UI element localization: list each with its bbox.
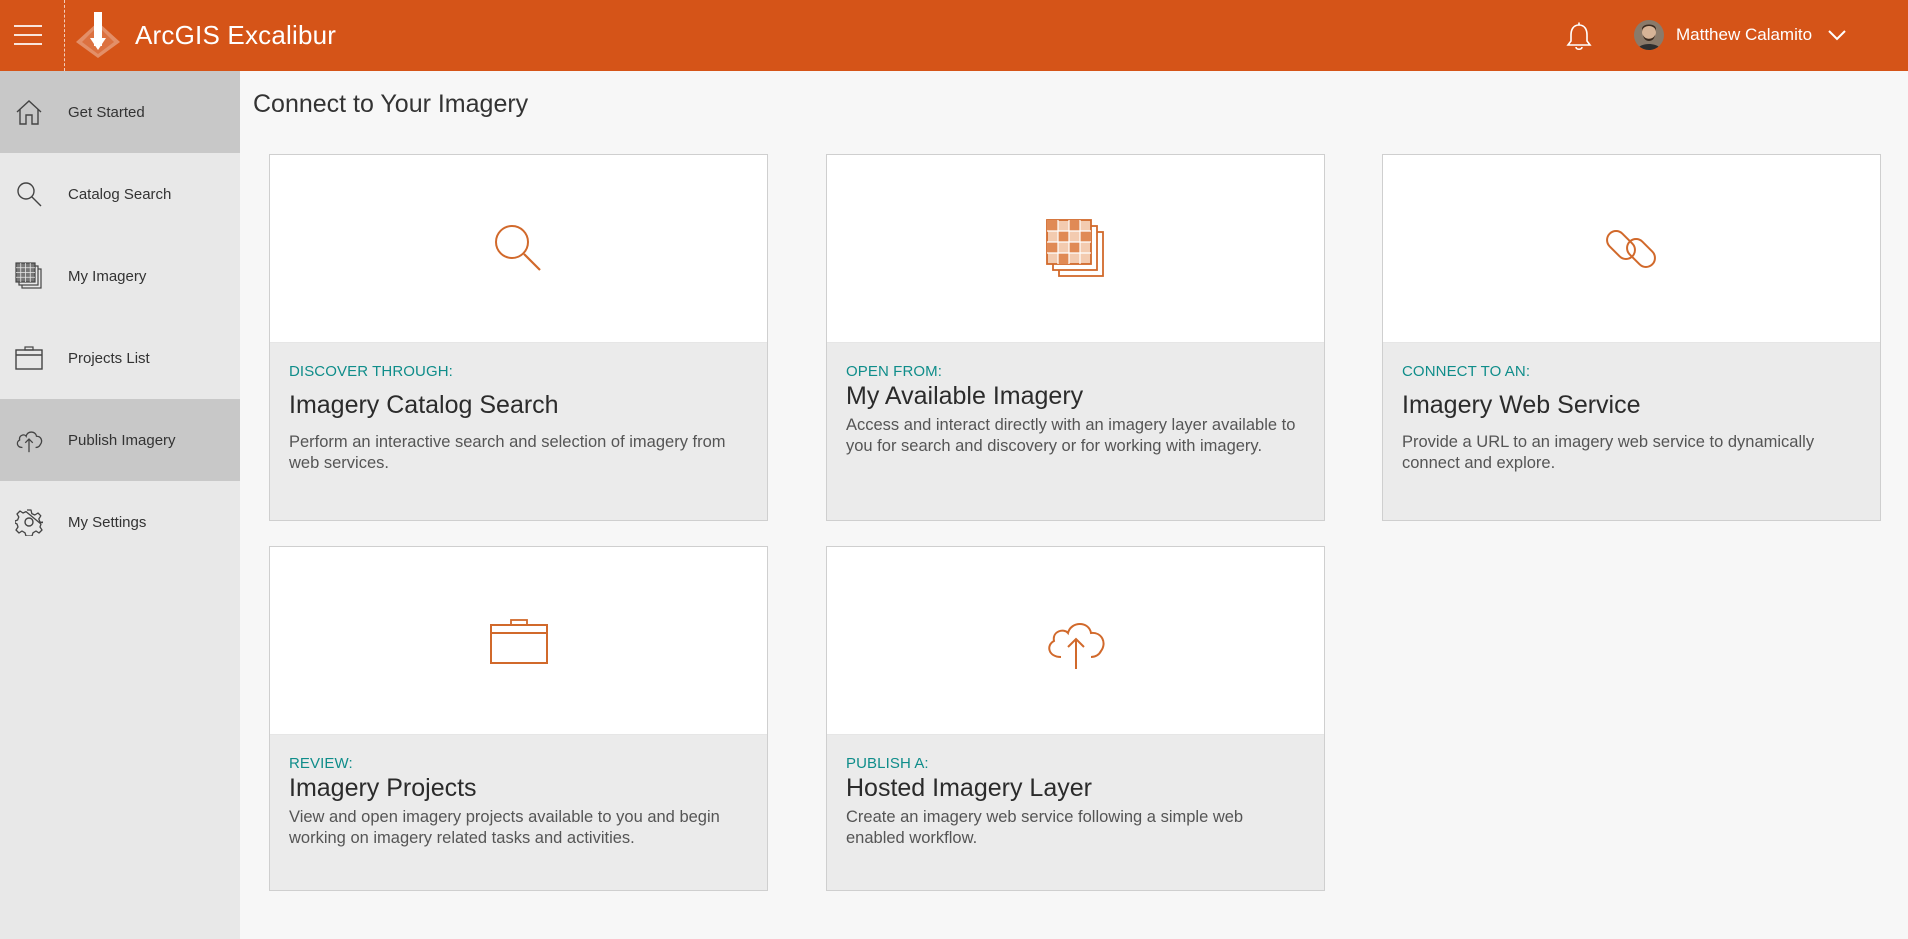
card-my-available-imagery[interactable]: OPEN FROM: My Available Imagery Access a…	[826, 154, 1325, 521]
imagery-grid-icon	[1043, 216, 1109, 282]
chevron-down-icon	[1828, 29, 1846, 41]
card-title: Hosted Imagery Layer	[846, 774, 1305, 803]
card-body: CONNECT TO AN: Imagery Web Service Provi…	[1383, 343, 1880, 474]
sidebar-item-projects-list[interactable]: Projects List	[0, 317, 240, 399]
card-icon-area	[1383, 155, 1880, 343]
user-name: Matthew Calamito	[1676, 25, 1812, 45]
card-kicker: OPEN FROM:	[846, 363, 1305, 380]
card-description: Access and interact directly with an ima…	[846, 415, 1305, 457]
card-description: Create an imagery web service following …	[846, 807, 1305, 849]
card-title: Imagery Projects	[289, 774, 748, 803]
card-icon-area	[827, 547, 1324, 735]
card-body: PUBLISH A: Hosted Imagery Layer Create a…	[827, 735, 1324, 849]
cloud-upload-icon	[1041, 611, 1111, 671]
card-imagery-catalog-search[interactable]: DISCOVER THROUGH: Imagery Catalog Search…	[269, 154, 768, 521]
home-icon	[14, 97, 44, 127]
sidebar-item-label: Projects List	[68, 350, 150, 367]
sidebar-item-label: My Imagery	[68, 268, 146, 285]
sidebar-item-label: Get Started	[68, 104, 145, 121]
sidebar-item-label: Catalog Search	[68, 186, 171, 203]
card-kicker: PUBLISH A:	[846, 755, 1305, 772]
sidebar-item-label: Publish Imagery	[68, 432, 176, 449]
card-title: My Available Imagery	[846, 382, 1305, 411]
notifications-button[interactable]	[1565, 22, 1593, 57]
card-body: DISCOVER THROUGH: Imagery Catalog Search…	[270, 343, 767, 474]
sidebar-item-catalog-search[interactable]: Catalog Search	[0, 153, 240, 235]
sidebar-item-get-started[interactable]: Get Started	[0, 71, 240, 153]
briefcase-icon	[488, 615, 550, 667]
hamburger-menu-icon	[14, 24, 42, 46]
card-icon-area	[270, 155, 767, 343]
link-icon	[1601, 218, 1663, 280]
cloud-upload-icon	[14, 425, 44, 455]
card-title: Imagery Catalog Search	[289, 391, 748, 420]
card-imagery-projects[interactable]: REVIEW: Imagery Projects View and open i…	[269, 546, 768, 891]
card-kicker: DISCOVER THROUGH:	[289, 363, 748, 380]
card-icon-area	[270, 547, 767, 735]
app-header: ArcGIS Excalibur Matthew Calamito	[0, 0, 1908, 71]
excalibur-logo[interactable]	[74, 12, 122, 63]
card-title: Imagery Web Service	[1402, 391, 1861, 420]
card-icon-area	[827, 155, 1324, 343]
card-description: View and open imagery projects available…	[289, 807, 748, 849]
sidebar-nav: Get Started Catalog Search My Imagery	[0, 71, 240, 939]
search-icon	[489, 219, 549, 279]
app-title: ArcGIS Excalibur	[135, 20, 336, 51]
search-icon	[14, 179, 44, 209]
sidebar-item-label: My Settings	[68, 514, 146, 531]
card-description: Perform an interactive search and select…	[289, 432, 748, 474]
user-menu[interactable]: Matthew Calamito	[1634, 18, 1846, 52]
sidebar-item-my-imagery[interactable]: My Imagery	[0, 235, 240, 317]
card-kicker: REVIEW:	[289, 755, 748, 772]
page-title: Connect to Your Imagery	[253, 90, 528, 119]
briefcase-icon	[14, 343, 44, 373]
hamburger-menu-button[interactable]	[0, 0, 65, 71]
gear-icon	[14, 507, 44, 537]
card-description: Provide a URL to an imagery web service …	[1402, 432, 1861, 474]
avatar	[1634, 20, 1664, 50]
imagery-grid-icon	[14, 261, 44, 291]
card-imagery-web-service[interactable]: CONNECT TO AN: Imagery Web Service Provi…	[1382, 154, 1881, 521]
card-hosted-imagery-layer[interactable]: PUBLISH A: Hosted Imagery Layer Create a…	[826, 546, 1325, 891]
card-kicker: CONNECT TO AN:	[1402, 363, 1861, 380]
sidebar-item-publish-imagery[interactable]: Publish Imagery	[0, 399, 240, 481]
bell-icon	[1565, 22, 1593, 52]
card-body: OPEN FROM: My Available Imagery Access a…	[827, 343, 1324, 457]
card-body: REVIEW: Imagery Projects View and open i…	[270, 735, 767, 849]
sidebar-item-my-settings[interactable]: My Settings	[0, 481, 240, 563]
